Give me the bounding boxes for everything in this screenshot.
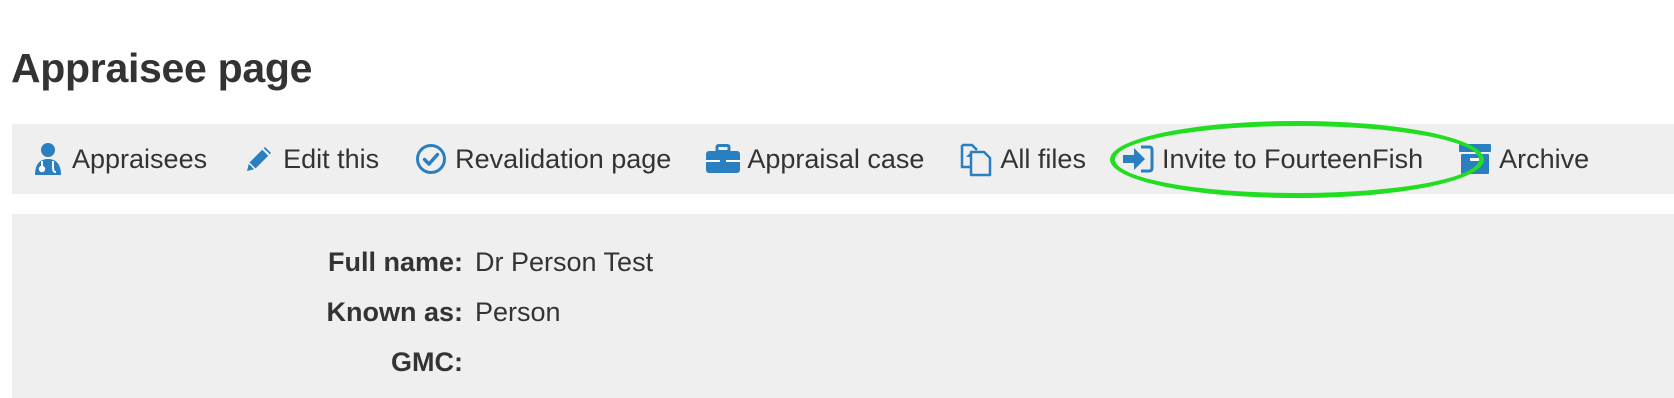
full-name-value: Dr Person Test	[475, 247, 654, 277]
revalidation-page-link[interactable]: Revalidation page	[413, 124, 671, 194]
appraisees-link[interactable]: Appraisees	[30, 124, 207, 194]
sign-in-icon	[1120, 141, 1156, 177]
invite-to-fourteenfish-button[interactable]: Invite to FourteenFish	[1120, 124, 1423, 194]
page-title: Appraisee page	[11, 45, 313, 91]
all-files-link[interactable]: All files	[958, 124, 1086, 194]
all-files-label: All files	[1000, 143, 1086, 174]
archive-label: Archive	[1499, 143, 1590, 174]
invite-to-fourteenfish-label: Invite to FourteenFish	[1161, 143, 1424, 174]
known-as-row: Known as: Person	[12, 295, 561, 329]
edit-this-button[interactable]: Edit this	[241, 124, 379, 194]
known-as-label: Known as:	[326, 297, 463, 327]
pencil-icon	[241, 141, 277, 177]
briefcase-icon	[705, 141, 741, 177]
archive-box-icon	[1457, 141, 1493, 177]
gmc-label: GMC:	[391, 347, 463, 377]
gmc-row: GMC:	[12, 345, 475, 379]
revalidation-page-label: Revalidation page	[455, 143, 672, 174]
appraisee-details-panel: Full name: Dr Person Test Known as: Pers…	[12, 214, 1674, 398]
files-icon	[958, 141, 994, 177]
full-name-row: Full name: Dr Person Test	[12, 245, 653, 279]
check-circle-icon	[413, 141, 449, 177]
full-name-label: Full name:	[327, 247, 463, 277]
appraisal-case-link[interactable]: Appraisal case	[705, 124, 924, 194]
appraisal-case-label: Appraisal case	[747, 143, 925, 174]
action-toolbar: Appraisees Edit this Revalidation page A…	[12, 124, 1674, 194]
user-doctor-icon	[30, 141, 66, 177]
known-as-value: Person	[475, 297, 561, 327]
appraisees-label: Appraisees	[72, 143, 208, 174]
edit-this-label: Edit this	[283, 143, 380, 174]
archive-button[interactable]: Archive	[1457, 124, 1589, 194]
